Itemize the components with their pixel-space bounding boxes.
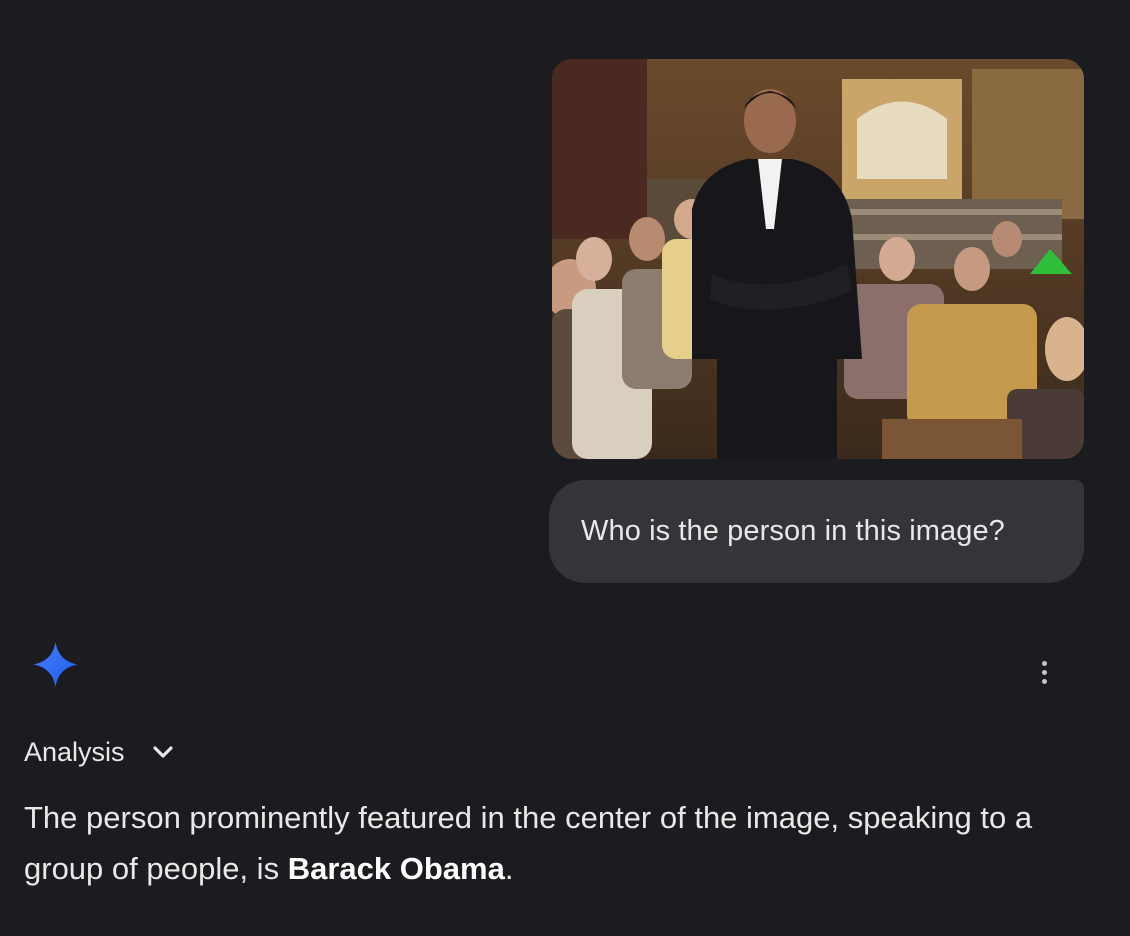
response-suffix: . bbox=[504, 851, 514, 886]
user-uploaded-image[interactable] bbox=[552, 59, 1084, 459]
user-prompt-bubble: Who is the person in this image? bbox=[549, 480, 1084, 583]
chat-page: Who is the person in this image? Analysi… bbox=[0, 0, 1130, 936]
analysis-toggle[interactable]: Analysis bbox=[24, 730, 175, 774]
response-bold-text: Barack Obama bbox=[287, 851, 505, 886]
response-text: The person prominently featured in the c… bbox=[24, 800, 1033, 886]
more-vert-dot bbox=[1041, 678, 1047, 684]
chevron-down-icon bbox=[152, 746, 173, 758]
gemini-sparkle-icon bbox=[32, 641, 79, 688]
more-vert-dot bbox=[1041, 669, 1047, 675]
more-options-button[interactable] bbox=[1024, 652, 1064, 692]
analysis-label: Analysis bbox=[24, 736, 125, 767]
model-response: The person prominently featured in the c… bbox=[24, 792, 1094, 894]
user-prompt-text: Who is the person in this image? bbox=[581, 515, 1005, 547]
image-placeholder bbox=[552, 59, 1084, 459]
more-vert-icon bbox=[1041, 660, 1047, 666]
